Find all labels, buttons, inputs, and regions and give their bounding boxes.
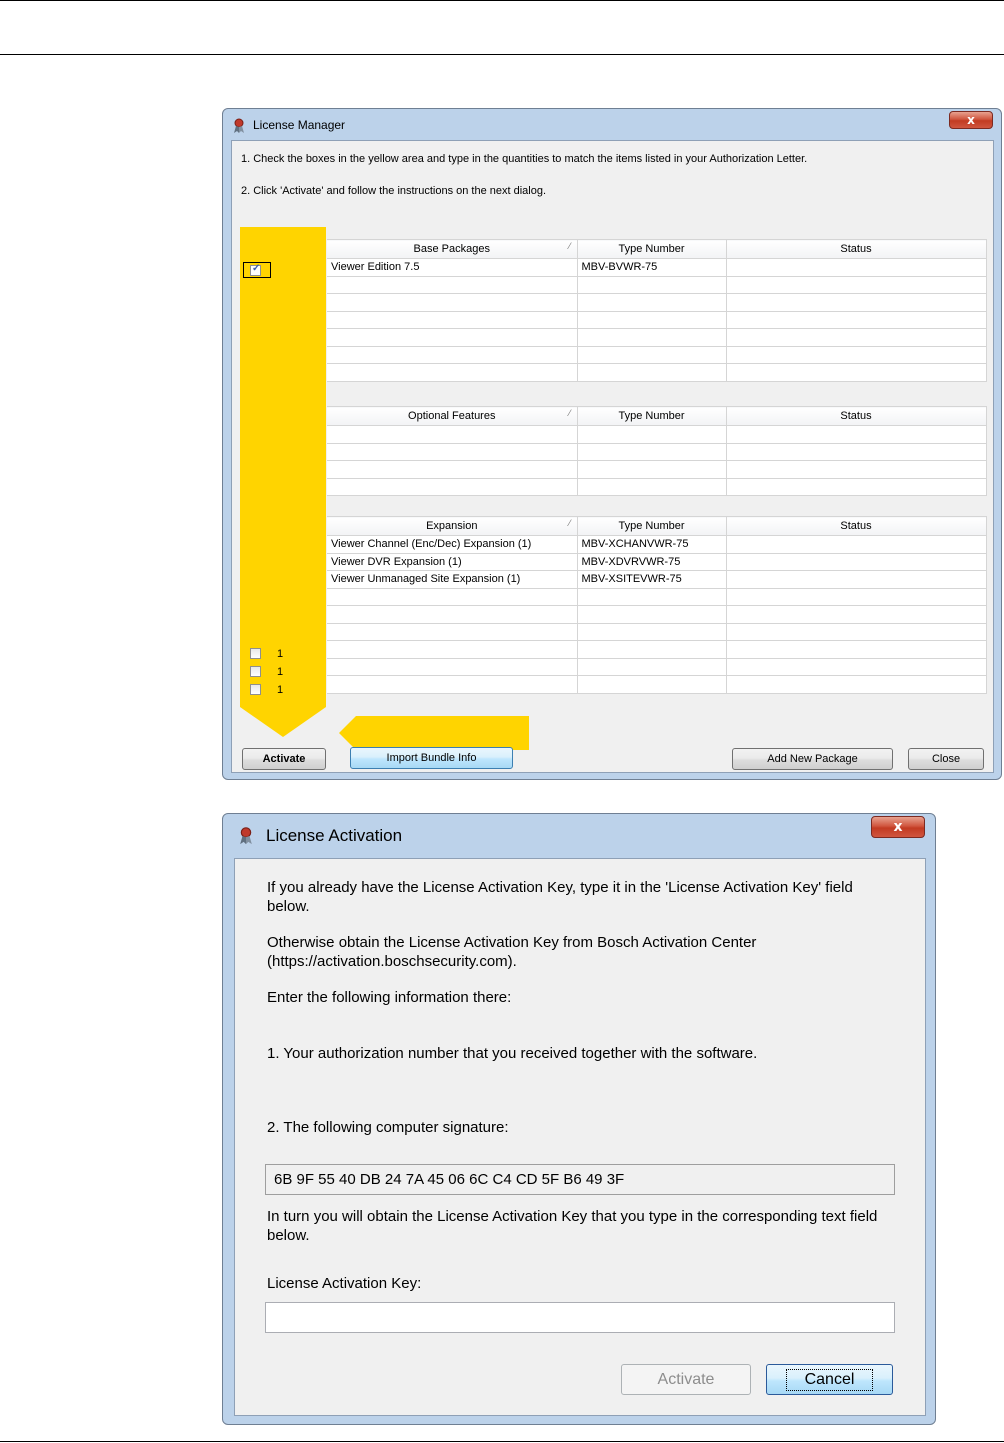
column-header[interactable]: Expansion ⁄ [327,516,578,536]
status-cell [726,535,987,554]
import-bundle-info-button[interactable]: Import Bundle Info [350,747,513,769]
status-cell [726,258,987,277]
package-name: Viewer Edition 7.5 [327,258,578,277]
type-number: MBV-BVWR-75 [577,258,727,277]
table-row [327,605,987,624]
table-row [327,460,987,479]
header-rule [0,54,1004,55]
window-title: License Manager [253,118,346,132]
column-header[interactable]: Type Number [577,239,727,259]
table-row [327,443,987,461]
table-row [327,478,987,496]
step-2-text: 2. The following computer signature: [267,1119,509,1136]
quantity-field[interactable]: 1 [277,684,283,696]
license-activation-window: License Activation x If you already have… [222,813,936,1425]
base-package-checkbox[interactable]: ✓ [250,263,261,276]
column-header[interactable]: Optional Features ⁄ [327,406,578,426]
table-row[interactable]: Viewer Unmanaged Site Expansion (1) MBV-… [327,570,987,589]
column-header[interactable]: Status [726,406,987,426]
instruction-1: 1. Check the boxes in the yellow area an… [241,153,808,165]
status-cell [726,570,987,589]
close-window-button[interactable]: x [949,111,993,129]
expansion-checkbox[interactable] [250,648,261,659]
activate-button[interactable]: Activate [242,748,326,770]
activate-button[interactable]: Activate [621,1364,751,1395]
expansion-name: Viewer DVR Expansion (1) [327,553,578,571]
sort-icon: ⁄ [568,241,571,251]
computer-signature-field[interactable]: 6B 9F 55 40 DB 24 7A 45 06 6C C4 CD 5F B… [265,1164,895,1195]
table-row [327,425,987,444]
table-row[interactable]: Viewer Edition 7.5 MBV-BVWR-75 [327,258,987,277]
status-cell [726,553,987,571]
yellow-highlight-area [240,227,326,707]
table-row [327,328,987,347]
close-window-button[interactable]: x [871,816,925,838]
instruction-2: 2. Click 'Activate' and follow the instr… [241,185,547,197]
expansion-name: Viewer Channel (Enc/Dec) Expansion (1) [327,535,578,554]
license-manager-body: 1. Check the boxes in the yellow area an… [231,140,994,773]
footer-rule [0,1441,1004,1442]
license-ribbon-icon [234,118,244,133]
grid-header: Base Packages ⁄ Type Number Status [327,239,987,259]
column-header[interactable]: Type Number [577,516,727,536]
column-header[interactable]: Status [726,516,987,536]
grid-header: Optional Features ⁄ Type Number Status [327,406,987,426]
key-label: License Activation Key: [267,1275,422,1292]
close-icon: x [967,113,975,127]
table-row [327,311,987,329]
close-icon: x [893,819,903,835]
quantity-field[interactable]: 1 [277,648,283,660]
sort-icon: ⁄ [568,518,571,528]
table-row [327,293,987,312]
column-header[interactable]: Status [726,239,987,259]
table-row[interactable]: Viewer DVR Expansion (1) MBV-XDVRVWR-75 [327,553,987,571]
cancel-button[interactable]: Cancel [766,1364,893,1395]
column-header[interactable]: Type Number [577,406,727,426]
yellow-down-arrow [240,707,326,737]
expansion-grid: Expansion ⁄ Type Number Status Viewer Cha… [327,516,987,694]
grid-header: Expansion ⁄ Type Number Status [327,516,987,536]
expansion-checkbox[interactable] [250,684,261,695]
table-row [327,658,987,676]
expansion-name: Viewer Unmanaged Site Expansion (1) [327,570,578,589]
type-number: MBV-XSITEVWR-75 [577,570,727,589]
table-row [327,276,987,294]
table-row[interactable]: Viewer Channel (Enc/Dec) Expansion (1) M… [327,535,987,554]
close-button[interactable]: Close [908,748,984,770]
license-manager-window: License Manager x 1. Check the boxes in … [222,108,1002,780]
add-new-package-button[interactable]: Add New Package [732,748,893,770]
license-activation-body: If you already have the License Activati… [234,858,926,1416]
import-highlight [356,716,529,750]
optional-features-grid: Optional Features ⁄ Type Number Status [327,406,987,496]
base-packages-grid: Base Packages ⁄ Type Number Status Viewer… [327,239,987,382]
yellow-left-arrow [339,716,356,750]
table-row [327,363,987,382]
cancel-label: Cancel [785,1369,874,1391]
column-header[interactable]: Base Packages ⁄ [327,239,578,259]
title-bar: License Manager x [223,109,1001,139]
intro-text: If you already have the License Activati… [267,879,853,915]
step-1-text: 1. Your authorization number that you re… [267,1045,758,1062]
type-number: MBV-XCHANVWR-75 [577,535,727,554]
top-rule [0,0,1004,1]
license-activation-key-input[interactable] [265,1302,895,1333]
type-number: MBV-XDVRVWR-75 [577,553,727,571]
window-title: License Activation [266,826,403,845]
quantity-field[interactable]: 1 [277,666,283,678]
checkmark-icon: ✓ [252,263,261,274]
expansion-checkbox[interactable] [250,666,261,677]
sort-icon: ⁄ [568,408,571,418]
license-ribbon-icon [240,827,252,845]
table-row [327,346,987,364]
activation-center-text: Otherwise obtain the License Activation … [267,934,757,970]
turn-text: In turn you will obtain the License Acti… [267,1208,878,1244]
table-row [327,588,987,606]
table-row [327,623,987,641]
table-row [327,675,987,694]
enter-info-text: Enter the following information there: [267,989,512,1006]
table-row [327,640,987,659]
